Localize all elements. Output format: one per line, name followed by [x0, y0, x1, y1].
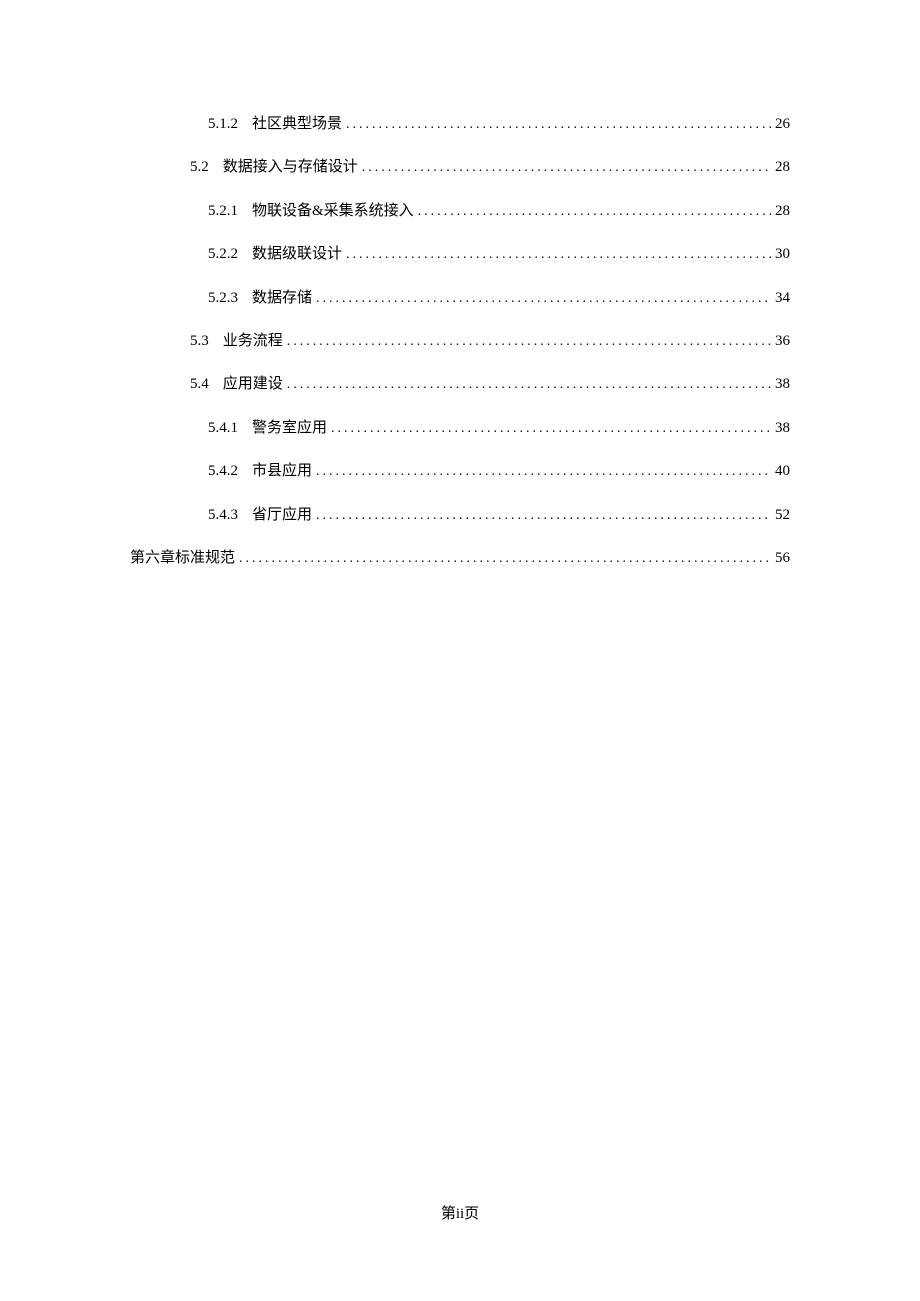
toc-title: 数据接入与存储设计	[223, 155, 358, 179]
toc-entry: 5.2.1 物联设备&采集系统接入 28	[130, 199, 790, 223]
toc-entry: 5.1.2 社区典型场景 26	[130, 112, 790, 136]
toc-leader-dots	[316, 505, 771, 527]
toc-page-number: 56	[775, 546, 790, 570]
toc-number: 5.2.3	[208, 286, 238, 310]
toc-leader-dots	[346, 114, 771, 136]
toc-number: 5.4.2	[208, 459, 238, 483]
toc-number: 5.4.1	[208, 416, 238, 440]
toc-number: 5.2.2	[208, 242, 238, 266]
toc-title: 数据级联设计	[252, 242, 342, 266]
toc-number: 5.3	[190, 329, 209, 353]
toc-number: 5.4.3	[208, 503, 238, 527]
toc-entry: 5.2 数据接入与存储设计 28	[130, 155, 790, 179]
toc-page-number: 40	[775, 459, 790, 483]
toc-entry: 5.4 应用建设 38	[130, 372, 790, 396]
toc-title: 社区典型场景	[252, 112, 342, 136]
toc-leader-dots	[362, 157, 771, 179]
toc-entry: 5.4.3 省厅应用 52	[130, 503, 790, 527]
toc-number: 5.4	[190, 372, 209, 396]
toc-entry: 5.3 业务流程 36	[130, 329, 790, 353]
toc-leader-dots	[316, 288, 771, 310]
toc-page-number: 38	[775, 416, 790, 440]
toc-page-number: 28	[775, 155, 790, 179]
toc-leader-dots	[316, 461, 771, 483]
toc-title: 数据存储	[252, 286, 312, 310]
toc-entry: 5.4.2 市县应用 40	[130, 459, 790, 483]
toc-number: 5.2	[190, 155, 209, 179]
toc-number: 5.1.2	[208, 112, 238, 136]
toc-page-number: 52	[775, 503, 790, 527]
toc-title: 警务室应用	[252, 416, 327, 440]
toc-leader-dots	[287, 331, 771, 353]
toc-leader-dots	[287, 374, 771, 396]
toc-leader-dots	[418, 201, 771, 223]
page-number-label: 第ii页	[441, 1206, 479, 1222]
toc-number: 5.2.1	[208, 199, 238, 223]
toc-leader-dots	[346, 244, 771, 266]
toc-page-number: 28	[775, 199, 790, 223]
toc-title: 应用建设	[223, 372, 283, 396]
toc-leader-dots	[331, 418, 771, 440]
toc-page-number: 26	[775, 112, 790, 136]
toc-title: 第六章标准规范	[130, 546, 235, 570]
toc-leader-dots	[239, 548, 771, 570]
toc-title: 市县应用	[252, 459, 312, 483]
toc-title: 省厅应用	[252, 503, 312, 527]
toc-entry: 第六章标准规范 56	[130, 546, 790, 570]
toc-entry: 5.4.1 警务室应用 38	[130, 416, 790, 440]
toc-title: 物联设备&采集系统接入	[252, 199, 414, 223]
toc-entry: 5.2.3 数据存储 34	[130, 286, 790, 310]
page-footer: 第ii页	[0, 1202, 920, 1223]
toc-page-number: 34	[775, 286, 790, 310]
toc-page-number: 30	[775, 242, 790, 266]
toc-page-number: 36	[775, 329, 790, 353]
toc-container: 5.1.2 社区典型场景 26 5.2 数据接入与存储设计 28 5.2.1 物…	[0, 0, 920, 570]
toc-page-number: 38	[775, 372, 790, 396]
toc-title: 业务流程	[223, 329, 283, 353]
toc-entry: 5.2.2 数据级联设计 30	[130, 242, 790, 266]
